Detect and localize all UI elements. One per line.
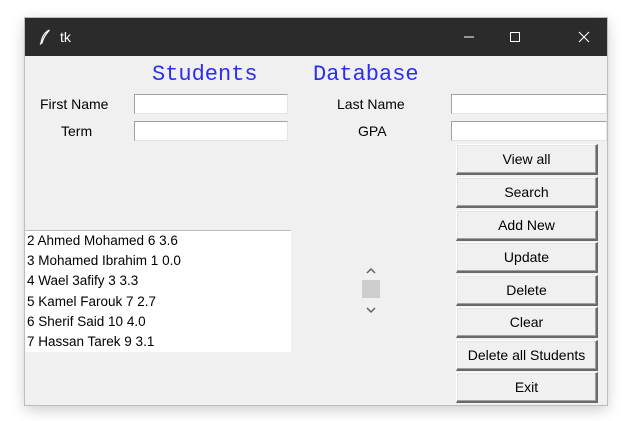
chevron-down-icon bbox=[366, 306, 376, 313]
close-icon bbox=[578, 31, 590, 43]
update-button[interactable]: Update bbox=[456, 242, 598, 273]
students-listbox[interactable]: 2 Ahmed Mohamed 6 3.6 3 Mohamed Ibrahim … bbox=[25, 230, 291, 352]
delete-button[interactable]: Delete bbox=[456, 275, 598, 306]
list-item[interactable]: 5 Kamel Farouk 7 2.7 bbox=[25, 292, 291, 312]
scroll-up-arrow[interactable] bbox=[361, 262, 381, 278]
scroll-down-arrow[interactable] bbox=[361, 302, 381, 318]
list-item[interactable]: 2 Ahmed Mohamed 6 3.6 bbox=[25, 231, 291, 251]
term-input[interactable] bbox=[134, 121, 288, 141]
app-window: tk Students Database First Name Last Nam… bbox=[25, 18, 607, 405]
maximize-icon bbox=[510, 32, 520, 42]
last-name-label: Last Name bbox=[337, 96, 405, 112]
term-label: Term bbox=[61, 123, 93, 139]
list-item[interactable]: 6 Sherif Said 10 4.0 bbox=[25, 312, 291, 332]
minimize-icon bbox=[464, 36, 474, 38]
first-name-label: First Name bbox=[40, 96, 109, 112]
clear-button[interactable]: Clear bbox=[456, 307, 598, 338]
minimize-button[interactable] bbox=[446, 18, 492, 56]
feather-icon bbox=[39, 29, 50, 45]
gpa-input[interactable] bbox=[451, 121, 607, 141]
delete-all-students-button[interactable]: Delete all Students bbox=[456, 340, 598, 371]
list-item[interactable]: 7 Hassan Tarek 9 3.1 bbox=[25, 332, 291, 352]
first-name-input[interactable] bbox=[134, 94, 288, 114]
vertical-scrollbar[interactable] bbox=[361, 258, 381, 318]
title-bar[interactable]: tk bbox=[25, 18, 607, 56]
chevron-up-icon bbox=[366, 267, 376, 274]
window-title: tk bbox=[60, 29, 71, 45]
heading-database: Database bbox=[313, 62, 419, 87]
view-all-button[interactable]: View all bbox=[456, 144, 598, 175]
heading-students: Students bbox=[152, 62, 258, 87]
close-button[interactable] bbox=[561, 18, 607, 56]
list-item[interactable]: 3 Mohamed Ibrahim 1 0.0 bbox=[25, 251, 291, 271]
add-new-button[interactable]: Add New bbox=[456, 210, 598, 241]
search-button[interactable]: Search bbox=[456, 177, 598, 208]
last-name-input[interactable] bbox=[451, 94, 607, 114]
gpa-label: GPA bbox=[358, 123, 387, 139]
exit-button[interactable]: Exit bbox=[456, 372, 598, 403]
scroll-thumb[interactable] bbox=[362, 280, 380, 298]
maximize-button[interactable] bbox=[492, 18, 538, 56]
list-item[interactable]: 4 Wael 3afify 3 3.3 bbox=[25, 271, 291, 291]
